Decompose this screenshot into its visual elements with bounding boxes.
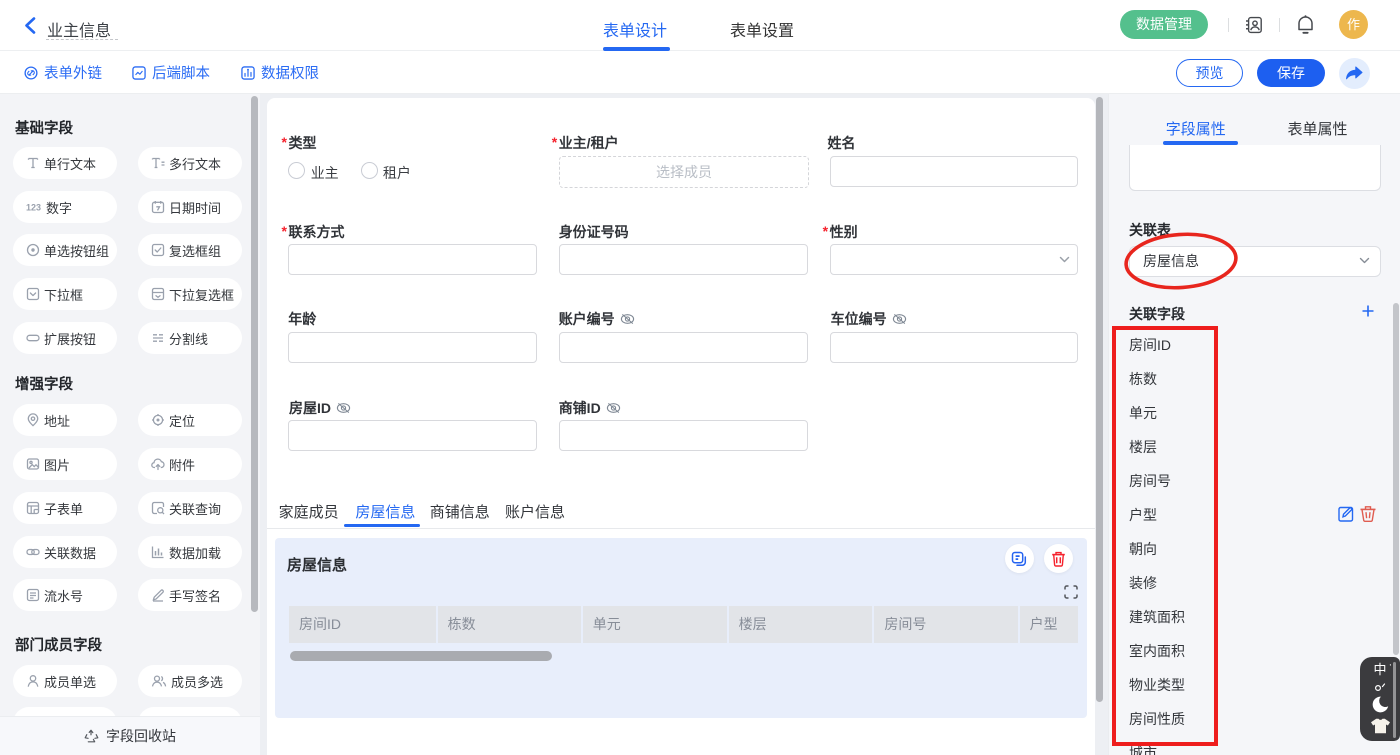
svg-text:123: 123 xyxy=(26,203,41,213)
